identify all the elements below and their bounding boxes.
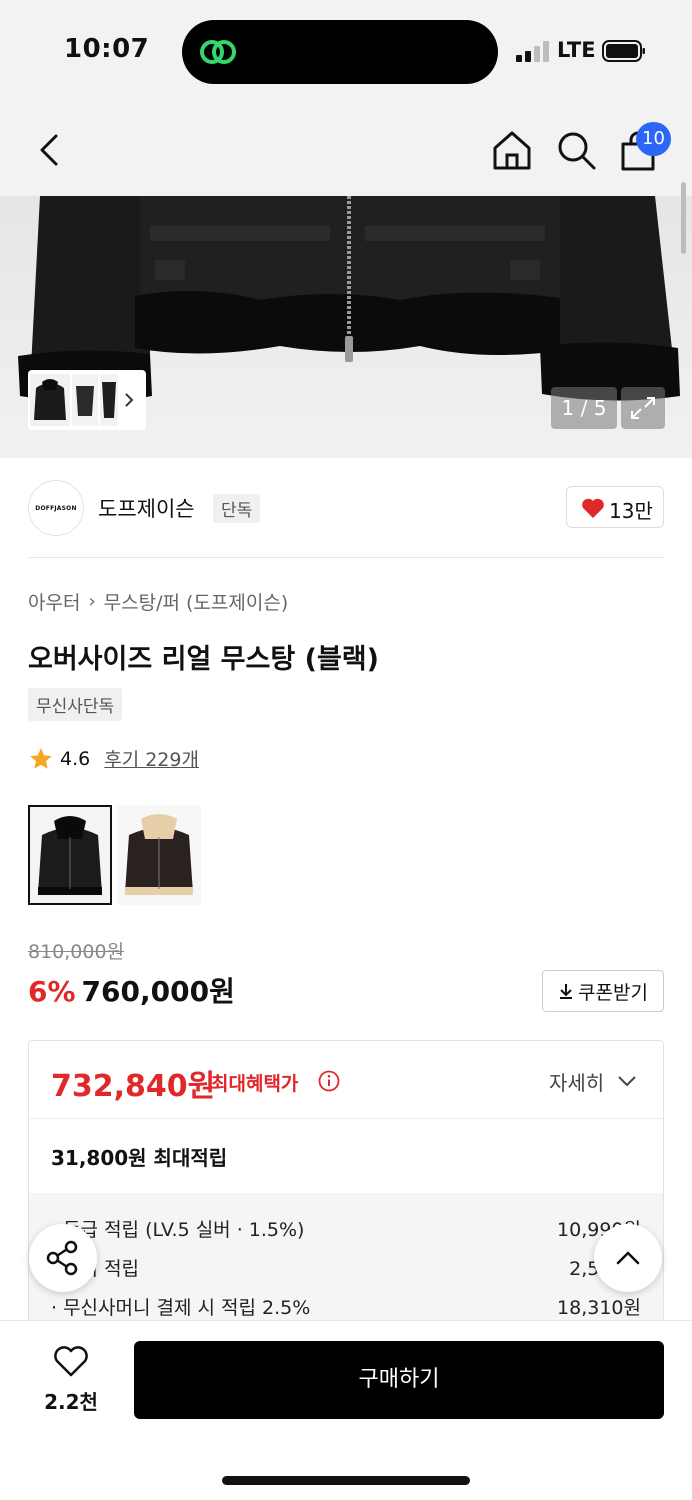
coupon-button[interactable]: 쿠폰받기 xyxy=(542,970,664,1012)
discount-rate: 6% xyxy=(28,975,76,1008)
musinsa-exclusive-tag: 무신사단독 xyxy=(28,688,123,721)
link-app-icon xyxy=(200,40,236,64)
points-row-label: · 무신사머니 결제 시 적립 2.5% xyxy=(51,1297,311,1319)
points-breakdown: · 등급 적립 (LV.5 실버 · 1.5%) 10,990원 · 후기 적립… xyxy=(29,1193,663,1329)
brand-name[interactable]: 도프제이슨 xyxy=(98,493,195,523)
divider xyxy=(28,557,664,558)
breadcrumb-subcategory[interactable]: 무스탕/퍼 (도프제이슨) xyxy=(104,588,289,615)
cart-count-badge: 10 xyxy=(636,122,671,156)
wishlist-button[interactable]: 2.2천 xyxy=(36,1346,106,1416)
rating-value: 4.6 xyxy=(60,747,91,770)
detail-toggle[interactable]: 자세히 xyxy=(549,1067,604,1096)
home-icon[interactable] xyxy=(490,128,534,172)
review-link[interactable]: 후기 229개 xyxy=(104,745,199,772)
network-label: LTE xyxy=(557,38,596,62)
benefit-header[interactable]: 732,840원 최대혜택가 자세히 xyxy=(29,1041,663,1119)
points-row-value: 18,310원 xyxy=(557,1297,641,1319)
exclusive-badge: 단독 xyxy=(213,494,261,523)
signal-icon xyxy=(516,40,550,62)
color-option-brown[interactable] xyxy=(117,805,201,905)
original-price: 810,000원 xyxy=(28,941,125,963)
chevron-up-icon xyxy=(616,1251,640,1265)
brand-logo[interactable]: DOFFJASON xyxy=(28,480,84,536)
wishlist-count: 2.2천 xyxy=(44,1390,98,1414)
breadcrumb: 아우터 › 무스탕/퍼 (도프제이슨) xyxy=(28,588,288,615)
brand-like-button[interactable]: 13만 xyxy=(566,486,664,528)
download-icon xyxy=(560,984,573,999)
breadcrumb-category[interactable]: 아우터 xyxy=(28,588,80,615)
benefit-box: 732,840원 최대혜택가 자세히 31,800원 최대적립 · 등급 적립 … xyxy=(28,1040,664,1330)
expand-icon[interactable] xyxy=(621,387,665,429)
status-bar: 10:07 LTE xyxy=(0,0,692,104)
star-icon xyxy=(30,747,52,769)
sale-price-row: 6% 760,000원 xyxy=(28,970,235,1010)
heart-outline-icon xyxy=(54,1346,88,1377)
scroll-indicator xyxy=(681,182,686,254)
top-nav xyxy=(0,104,692,196)
home-indicator xyxy=(222,1476,470,1485)
battery-icon xyxy=(602,40,645,62)
max-benefit-label: 최대혜택가 xyxy=(211,1073,299,1095)
back-arrow-icon[interactable] xyxy=(36,132,64,168)
sale-price: 760,000원 xyxy=(81,975,235,1008)
info-icon[interactable] xyxy=(318,1070,340,1092)
points-row: · 무신사머니 결제 시 적립 2.5% 18,310원 xyxy=(51,1293,641,1320)
thumbnail-images xyxy=(30,374,134,426)
rating-row: 4.6 후기 229개 xyxy=(28,745,199,772)
search-icon[interactable] xyxy=(554,128,598,172)
chevron-right-icon: › xyxy=(88,591,96,612)
black-jacket-thumbnail xyxy=(30,807,110,903)
chevron-down-icon xyxy=(618,1076,636,1087)
share-button[interactable] xyxy=(29,1224,97,1292)
product-title: 오버사이즈 리얼 무스탕 (블랙) xyxy=(28,644,379,675)
buy-button[interactable]: 구매하기 xyxy=(134,1341,664,1419)
image-counter: 1 / 5 xyxy=(551,387,617,429)
points-row: · 등급 적립 (LV.5 실버 · 1.5%) 10,990원 xyxy=(51,1215,641,1242)
status-time: 10:07 xyxy=(64,34,150,64)
scroll-to-top-button[interactable] xyxy=(594,1224,662,1292)
image-thumbnail-strip[interactable] xyxy=(28,370,146,430)
color-option-black[interactable] xyxy=(28,805,112,905)
max-points: 31,800원 최대적립 xyxy=(51,1146,228,1170)
brand-like-count: 13만 xyxy=(609,499,653,523)
brown-jacket-thumbnail xyxy=(117,805,201,905)
points-row: · 후기 적립 2,500원 xyxy=(51,1254,641,1281)
coupon-label: 쿠폰받기 xyxy=(578,981,648,1004)
dynamic-island xyxy=(182,20,498,84)
heart-filled-icon xyxy=(582,498,604,518)
share-icon xyxy=(46,1240,78,1276)
max-benefit-price: 732,840원 xyxy=(51,1069,216,1104)
